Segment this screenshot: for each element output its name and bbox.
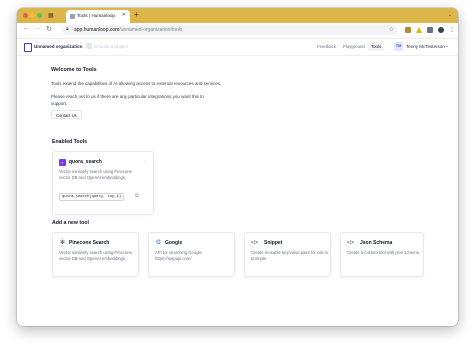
code-icon: </> <box>347 240 355 246</box>
tool-name: Pinecone Search <box>69 240 110 246</box>
nav-tools[interactable]: Tools <box>368 42 385 51</box>
intro-paragraph: Please reach out to us if there are any … <box>51 94 204 106</box>
puzzle-extensions-icon[interactable] <box>427 27 433 33</box>
tab-overview-icon[interactable]: ▦ <box>48 12 54 19</box>
code-icon: </> <box>251 240 259 246</box>
profile-icon[interactable] <box>438 27 444 33</box>
tab-list-chevron-icon[interactable]: ⌄ <box>448 12 452 18</box>
favicon-icon <box>70 14 75 19</box>
tool-description: Create reusable key/value pairs for use … <box>251 250 329 261</box>
extension-icon[interactable] <box>416 27 422 33</box>
maximize-window-button[interactable] <box>37 13 42 18</box>
bookmark-star-icon[interactable]: ☆ <box>389 26 394 33</box>
avatar[interactable]: TM <box>394 42 403 51</box>
app-header: Unnamed organization / Choose a project … <box>17 39 458 56</box>
tool-description: Vector similarity search using Pinecone … <box>59 250 132 261</box>
contact-us-button[interactable]: Contact Us <box>51 110 82 119</box>
minimize-window-button[interactable] <box>30 13 35 18</box>
tool-name: Json Schema <box>360 240 393 246</box>
tool-name: quora_search <box>69 159 102 165</box>
tool-description: Vector similarity search using Pinecone … <box>59 169 132 180</box>
copy-icon[interactable]: ⧉ <box>135 193 139 199</box>
breadcrumb-separator: / <box>79 42 81 49</box>
tool-card-google[interactable]: G Google API for searching Google https:… <box>148 232 235 277</box>
more-menu-icon[interactable]: ⋮ <box>449 26 455 33</box>
browser-tab[interactable]: Tools | Humanloop ✕ <box>66 10 130 23</box>
more-icon[interactable]: · <box>143 158 145 164</box>
back-arrow-icon[interactable]: ← <box>23 25 30 32</box>
url-text: app.humanloop.com/unnamed-organization/t… <box>74 27 183 33</box>
address-bar[interactable]: 🔒︎ app.humanloop.com/unnamed-organizatio… <box>62 25 398 35</box>
extension-icon[interactable] <box>405 27 411 33</box>
tool-card-json-schema[interactable]: </> Json Schema Create a custom tool wit… <box>340 232 424 277</box>
chevron-down-icon[interactable]: ⌄ <box>445 43 449 49</box>
tool-card-quora-search[interactable]: ▪ quora_search · Vector similarity searc… <box>52 151 154 215</box>
close-window-button[interactable] <box>23 13 28 18</box>
lock-icon: 🔒︎ <box>66 26 69 32</box>
project-icon <box>86 43 92 49</box>
nav-playground[interactable]: Playground <box>343 44 365 49</box>
tab-strip: ▦ Tools | Humanloop ✕ + ⌄ <box>17 8 458 23</box>
section-title-add: Add a new tool <box>52 220 89 226</box>
user-name[interactable]: Teony McTesterson <box>406 44 445 49</box>
tool-card-snippet[interactable]: </> Snippet Create reusable key/value pa… <box>244 232 331 277</box>
tool-icon: ▪ <box>59 159 66 166</box>
forward-arrow-icon[interactable]: → <box>34 25 41 32</box>
tool-card-pinecone-search[interactable]: ✻ Pinecone Search Vector similarity sear… <box>52 232 139 277</box>
nav-feedback[interactable]: Feedback <box>317 44 336 49</box>
close-tab-icon[interactable]: ✕ <box>122 12 126 18</box>
pinecone-icon: ✻ <box>59 240 66 246</box>
tool-description: Create a custom tool with json schema <box>347 250 419 255</box>
project-selector[interactable]: Choose a project <box>94 44 128 49</box>
tab-title: Tools | Humanloop <box>77 13 115 18</box>
browser-toolbar: ← → ↻ 🔒︎ app.humanloop.com/unnamed-organ… <box>17 23 458 39</box>
tool-name: Google <box>165 240 183 246</box>
page-title: Welcome to Tools <box>51 67 97 73</box>
organization-icon <box>24 43 32 52</box>
tool-name: Snippet <box>264 240 283 246</box>
google-icon: G <box>156 240 161 246</box>
new-tab-button[interactable]: + <box>134 10 139 19</box>
intro-paragraph: Tools extend the capabilities of AI allo… <box>51 81 222 86</box>
section-title-enabled: Enabled Tools <box>52 139 88 145</box>
reload-icon[interactable]: ↻ <box>46 25 52 33</box>
organization-name[interactable]: Unnamed organization <box>34 44 83 49</box>
tool-signature: quora_search(query, top_k) <box>59 193 125 201</box>
browser-window: ▦ Tools | Humanloop ✕ + ⌄ ← → ↻ 🔒︎ app.h… <box>17 8 458 326</box>
tool-description: API for searching Google https://serpapi… <box>155 250 202 261</box>
